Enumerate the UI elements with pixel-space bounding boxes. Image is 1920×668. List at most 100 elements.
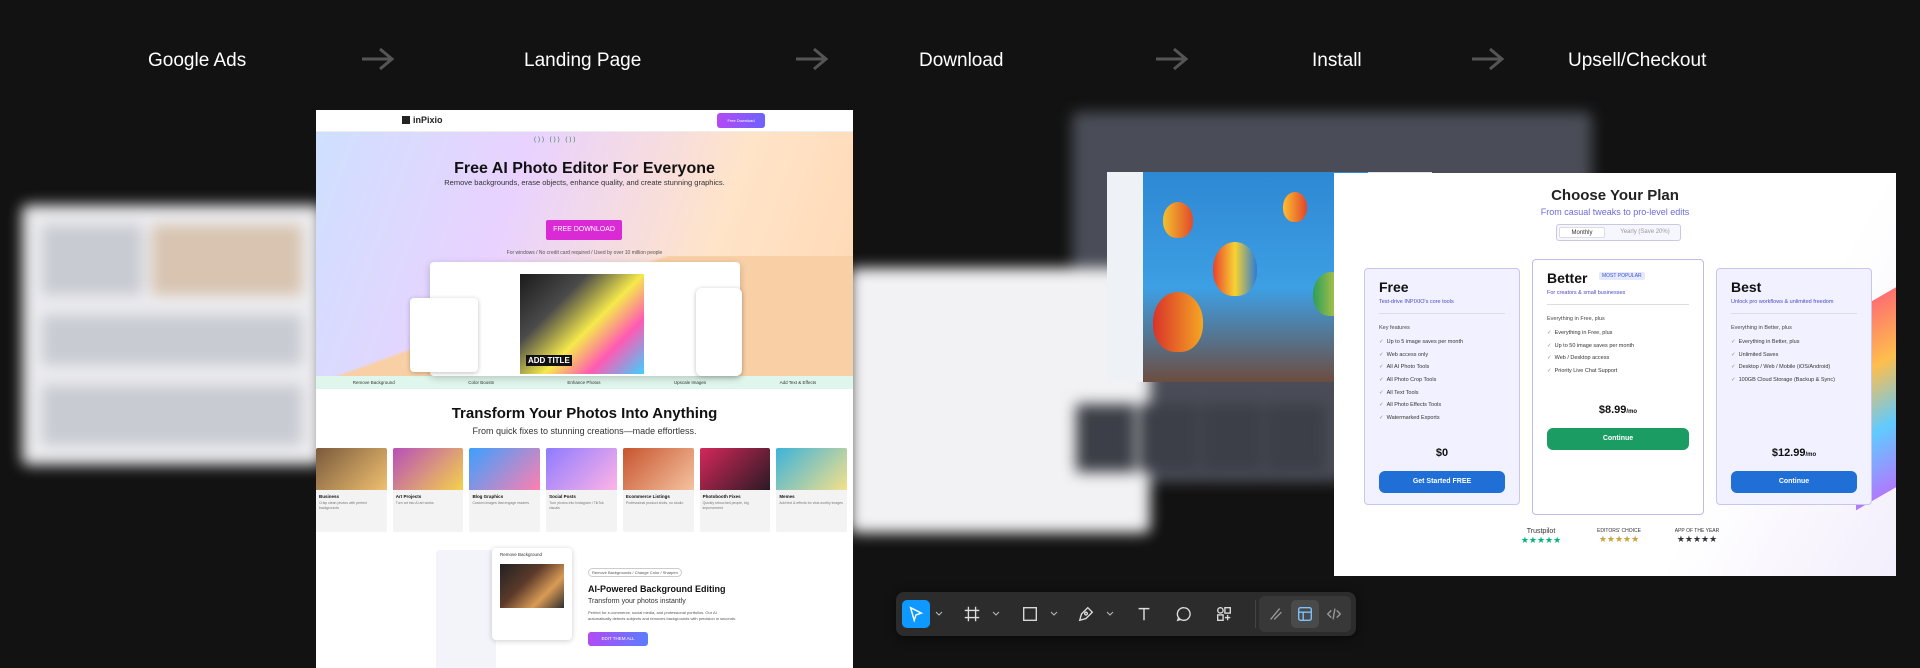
hero-fine-print: For windows / No credit card required / …	[506, 250, 663, 256]
plan-card-better: Better MOST POPULAR For creators & small…	[1532, 259, 1704, 515]
pen-tool-button[interactable]	[1072, 600, 1100, 628]
chevron-down-icon[interactable]	[935, 609, 943, 619]
feature-item: Color Boosts	[468, 380, 494, 385]
card-title: Blog Graphics	[472, 494, 504, 499]
mockup-side-panel	[410, 298, 478, 372]
use-case-card[interactable]: Ecommerce Listings Professional product s…	[622, 448, 694, 532]
card-image	[316, 448, 387, 490]
trust-label: Trustpilot	[1526, 528, 1556, 535]
star-rating-icon: ★★★★★	[1520, 535, 1562, 545]
toggle-monthly[interactable]: Monthly	[1559, 227, 1605, 238]
trustpilot-badge: Trustpilot ★★★★★	[1506, 528, 1576, 556]
bg-feature-tag: Remove Backgrounds / Change Color / Shar…	[588, 568, 682, 577]
chevron-down-icon[interactable]	[1050, 609, 1058, 619]
star-rating-icon: ★★★★★	[1598, 534, 1640, 544]
draw-mode-button[interactable]	[1262, 600, 1290, 628]
pen-icon	[1078, 606, 1094, 622]
transform-section: Transform Your Photos Into Anything From…	[316, 405, 853, 532]
use-case-card[interactable]: Business Crisp clean photos with perfect …	[316, 448, 387, 532]
text-icon	[1138, 607, 1150, 621]
step-label-install: Install	[1312, 50, 1362, 71]
hero-headline: Free AI Photo Editor For Everyone	[454, 160, 715, 177]
chevron-down-icon[interactable]	[992, 609, 1000, 619]
continue-button-best[interactable]: Continue	[1731, 471, 1857, 493]
plan-intro: Key features	[1379, 325, 1410, 331]
plan-name: Free	[1379, 279, 1409, 295]
frame-tool-button[interactable]	[958, 600, 986, 628]
plan-feature: Everything in Free, plus	[1547, 330, 1634, 343]
comment-tool-button[interactable]	[1170, 600, 1198, 628]
plan-feature: Desktop / Web / Mobile (iOS/Android)	[1731, 364, 1835, 377]
card-desc: Professional product shots, no studio	[625, 501, 684, 505]
get-started-free-button[interactable]: Get Started FREE	[1379, 471, 1505, 493]
plan-feature: Everything in Better, plus	[1731, 339, 1835, 352]
chevron-down-icon[interactable]	[1106, 609, 1114, 619]
upsell-checkout-frame[interactable]: Choose Your Plan From casual tweaks to p…	[1334, 173, 1896, 576]
price-amount: $12.99	[1771, 447, 1806, 459]
hero-section: ()) ()) ()) Free AI Photo Editor For Eve…	[316, 132, 853, 376]
use-case-card[interactable]: Art Projects Turn art into AI art works	[392, 448, 464, 532]
plan-intro: Everything in Better, plus	[1731, 325, 1792, 331]
plan-feature: Up to 50 image saves per month	[1547, 343, 1635, 356]
canvas: Google Ads Landing Page Download Install…	[0, 0, 1920, 668]
plan-card-free: Free Test-drive INPIXIO's core tools Key…	[1364, 268, 1520, 505]
card-desc: Turn photos into Instagram / TikTok visu…	[549, 501, 604, 510]
edit-them-all-button[interactable]: EDIT THEM ALL	[588, 632, 648, 646]
code-icon	[1326, 608, 1342, 620]
step-label-google-ads: Google Ads	[148, 50, 247, 71]
remove-bg-panel-title: Remove Background	[500, 552, 543, 557]
card-title: Photobooth Fixes	[702, 494, 741, 499]
plan-feature: Up to 5 image saves per month	[1379, 339, 1463, 352]
plan-desc: For creators & small businesses	[1547, 290, 1626, 296]
mockup-artwork: ADD TITLE	[520, 274, 644, 374]
mockup-phone	[696, 288, 742, 376]
nav-download-button[interactable]: Free Download	[717, 113, 765, 128]
use-case-card[interactable]: Blog Graphics Custom images that engage r…	[469, 448, 541, 532]
plan-feature: All Text Tools	[1379, 390, 1463, 403]
editors-choice-badge: EDITORS' CHOICE ★★★★★	[1584, 528, 1654, 556]
free-download-button[interactable]: FREE DOWNLOAD	[546, 220, 622, 240]
move-tool-button[interactable]	[902, 600, 930, 628]
feature-strip: Remove Background Color Boosts Enhance P…	[316, 376, 853, 389]
design-mode-button[interactable]	[1291, 600, 1319, 628]
bg-heading: AI-Powered Background Editing	[588, 584, 726, 594]
plan-name: Best	[1731, 279, 1762, 295]
google-ads-frame[interactable]	[22, 205, 322, 465]
bg-subheading: Transform your photos instantly	[588, 598, 686, 605]
actions-tool-button[interactable]	[1210, 600, 1238, 628]
text-tool-button[interactable]	[1130, 600, 1158, 628]
shape-tool-button[interactable]	[1016, 600, 1044, 628]
billing-toggle[interactable]: Monthly Yearly (Save 20%)	[1556, 224, 1681, 241]
step-label-landing-page: Landing Page	[524, 50, 642, 71]
app-mockup: ADD TITLE	[410, 262, 742, 376]
plan-desc: Unlock pro workflows & unlimited freedom	[1731, 299, 1834, 305]
inpixio-logo[interactable]: inPixio	[402, 115, 443, 125]
remove-bg-panel: Remove Background	[492, 548, 572, 640]
continue-button-better[interactable]: Continue	[1547, 428, 1689, 450]
use-case-card[interactable]: Photobooth Fixes Quickly retouched people…	[699, 448, 771, 532]
landing-page-frame[interactable]: inPixio Free Download ()) ()) ()) Free A…	[316, 110, 853, 668]
pricing-subtitle: From casual tweaks to pro-level edits	[1540, 207, 1690, 217]
use-case-card[interactable]: Memes Add text & effects for viral-worthy…	[776, 448, 848, 532]
feature-item: Add Text & Effects	[779, 380, 817, 385]
use-case-card[interactable]: Social Posts Turn photos into Instagram /…	[546, 448, 617, 532]
hero-subheadline: Remove backgrounds, erase objects, enhan…	[444, 178, 725, 187]
dev-mode-button[interactable]	[1320, 600, 1348, 628]
card-desc: Crisp clean photos with perfect backgrou…	[319, 501, 367, 510]
background-editing-section: Remove Background Remove Backgrounds / C…	[316, 532, 853, 668]
plan-feature: Unlimited Saves	[1731, 352, 1835, 365]
comment-icon	[1176, 607, 1191, 622]
card-image	[546, 448, 617, 490]
arrow-right-icon	[796, 47, 829, 71]
card-desc: Turn art into AI art works	[395, 501, 434, 505]
plan-feature: Web / Desktop access	[1547, 355, 1634, 368]
card-image	[776, 448, 848, 490]
price-amount: $8.99	[1598, 404, 1627, 416]
step-label-download: Download	[919, 50, 1004, 71]
step-label-upsell-checkout: Upsell/Checkout	[1568, 50, 1707, 71]
toggle-yearly[interactable]: Yearly (Save 20%)	[1611, 227, 1679, 238]
card-title: Business	[319, 494, 340, 499]
plan-price: $12.99/mo	[1717, 447, 1871, 459]
card-title: Social Posts	[549, 494, 576, 499]
plan-card-best: Best Unlock pro workflows & unlimited fr…	[1716, 268, 1872, 505]
